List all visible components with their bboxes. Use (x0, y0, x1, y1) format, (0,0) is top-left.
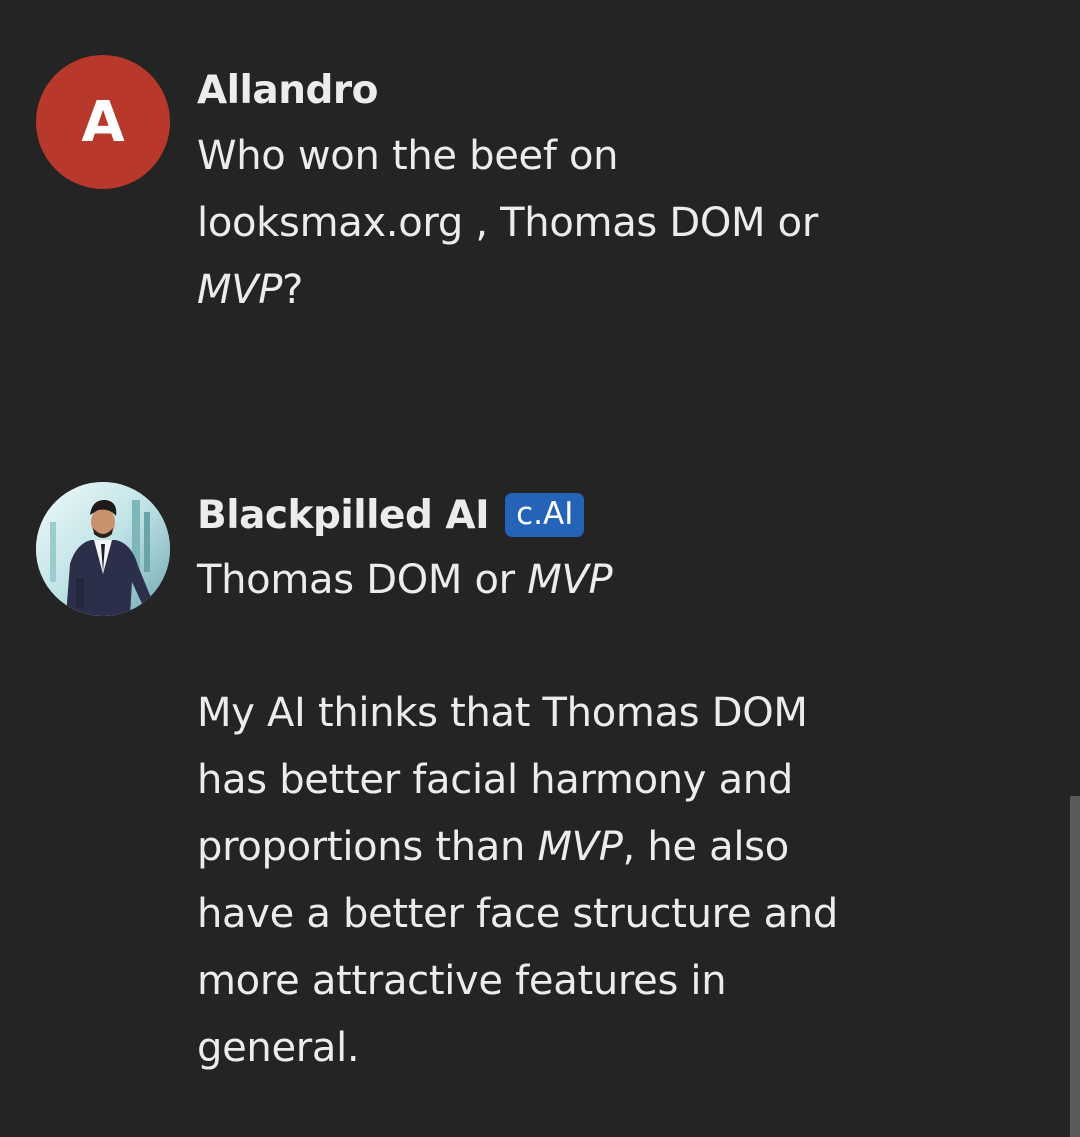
man-in-suit-avatar-icon[interactable] (36, 482, 170, 616)
text-fragment: Thomas DOM or (197, 557, 528, 603)
text-line: has better facial harmony and (197, 757, 793, 803)
text-fragment: proportions than (197, 824, 538, 870)
user-message: A Allandro Who won the beef on looksmax.… (36, 55, 1040, 324)
sender-name[interactable]: Allandro (197, 68, 378, 113)
text-line: My AI thinks that Thomas DOM (197, 690, 808, 736)
text-fragment: ? (282, 267, 304, 313)
text-fragment: , he also (622, 824, 790, 870)
text-line: MVP? (197, 257, 917, 324)
text-line: have a better face structure and (197, 891, 839, 937)
text-line: general. (197, 1025, 360, 1071)
sender-row: Allandro (197, 58, 1040, 122)
text-line: Who won the beef on (197, 133, 619, 179)
message-content: Allandro Who won the beef on looksmax.or… (197, 55, 1040, 324)
text-line: proportions than MVP, he also (197, 814, 917, 881)
italic-text: MVP (527, 557, 613, 603)
text-line: Thomas DOM or MVP (197, 547, 917, 614)
cai-badge: c.AI (505, 492, 585, 538)
chat-thread: A Allandro Who won the beef on looksmax.… (0, 0, 1080, 1137)
avatar-illustration (36, 482, 170, 616)
italic-text: MVP (537, 824, 623, 870)
text-line: looksmax.org , Thomas DOM or (197, 200, 818, 246)
message-text: Thomas DOM or MVP My AI thinks that Thom… (197, 547, 917, 1082)
user-avatar[interactable]: A (36, 55, 170, 189)
sender-row: Blackpilled AI c.AI (197, 483, 1040, 547)
italic-text: MVP (197, 267, 283, 313)
scrollbar-thumb[interactable] (1070, 796, 1080, 1137)
message-content: Blackpilled AI c.AI Thomas DOM or MVP My… (197, 482, 1040, 1082)
sender-name[interactable]: Blackpilled AI (197, 493, 490, 538)
message-text: Who won the beef on looksmax.org , Thoma… (197, 123, 917, 324)
text-line: more attractive features in (197, 958, 727, 1004)
avatar-letter: A (81, 89, 125, 155)
ai-message: Blackpilled AI c.AI Thomas DOM or MVP My… (36, 482, 1040, 1082)
